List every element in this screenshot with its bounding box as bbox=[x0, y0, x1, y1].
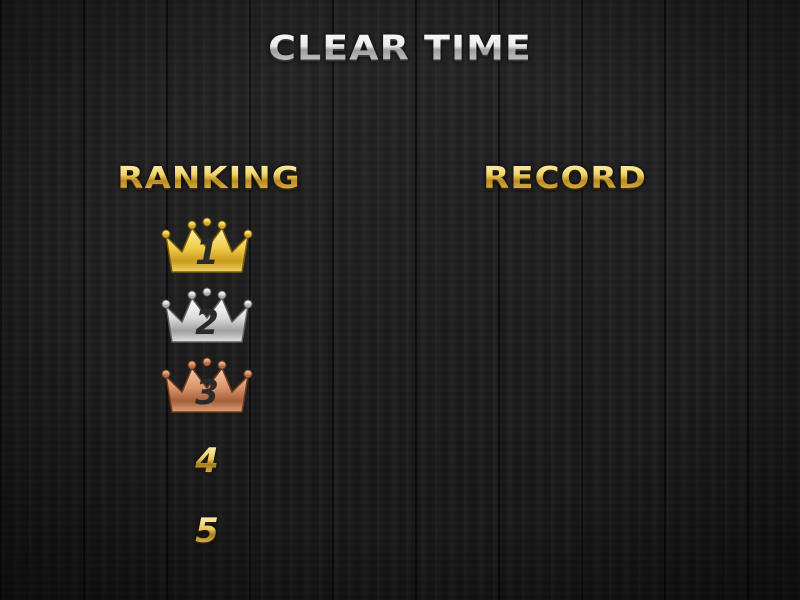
record-value-1 bbox=[456, 220, 674, 290]
record-heading: RECORD bbox=[456, 160, 674, 196]
rank-number: 5 bbox=[160, 514, 254, 548]
rank-row-4: 4 bbox=[160, 432, 254, 494]
rank-number: 3 bbox=[195, 373, 219, 413]
rank-row-2: 2 bbox=[160, 284, 254, 346]
rank-number: 2 bbox=[195, 303, 219, 343]
rank-number: 4 bbox=[160, 444, 254, 478]
record-value-3 bbox=[456, 360, 674, 430]
clear-time-screen: CLEAR TIME RANKING RECORD 1 2 3 4 5 bbox=[0, 0, 800, 600]
record-value-4 bbox=[456, 430, 674, 500]
screen-title: CLEAR TIME bbox=[0, 28, 800, 68]
rank-row-5: 5 bbox=[160, 502, 254, 564]
record-value-5 bbox=[456, 500, 674, 570]
record-list bbox=[456, 220, 674, 560]
rank-number: 1 bbox=[195, 233, 219, 273]
rank-row-3: 3 bbox=[160, 354, 254, 416]
background-vignette bbox=[0, 0, 800, 600]
ranking-heading: RANKING bbox=[98, 160, 320, 196]
record-value-2 bbox=[456, 290, 674, 360]
rank-row-1: 1 bbox=[160, 214, 254, 276]
